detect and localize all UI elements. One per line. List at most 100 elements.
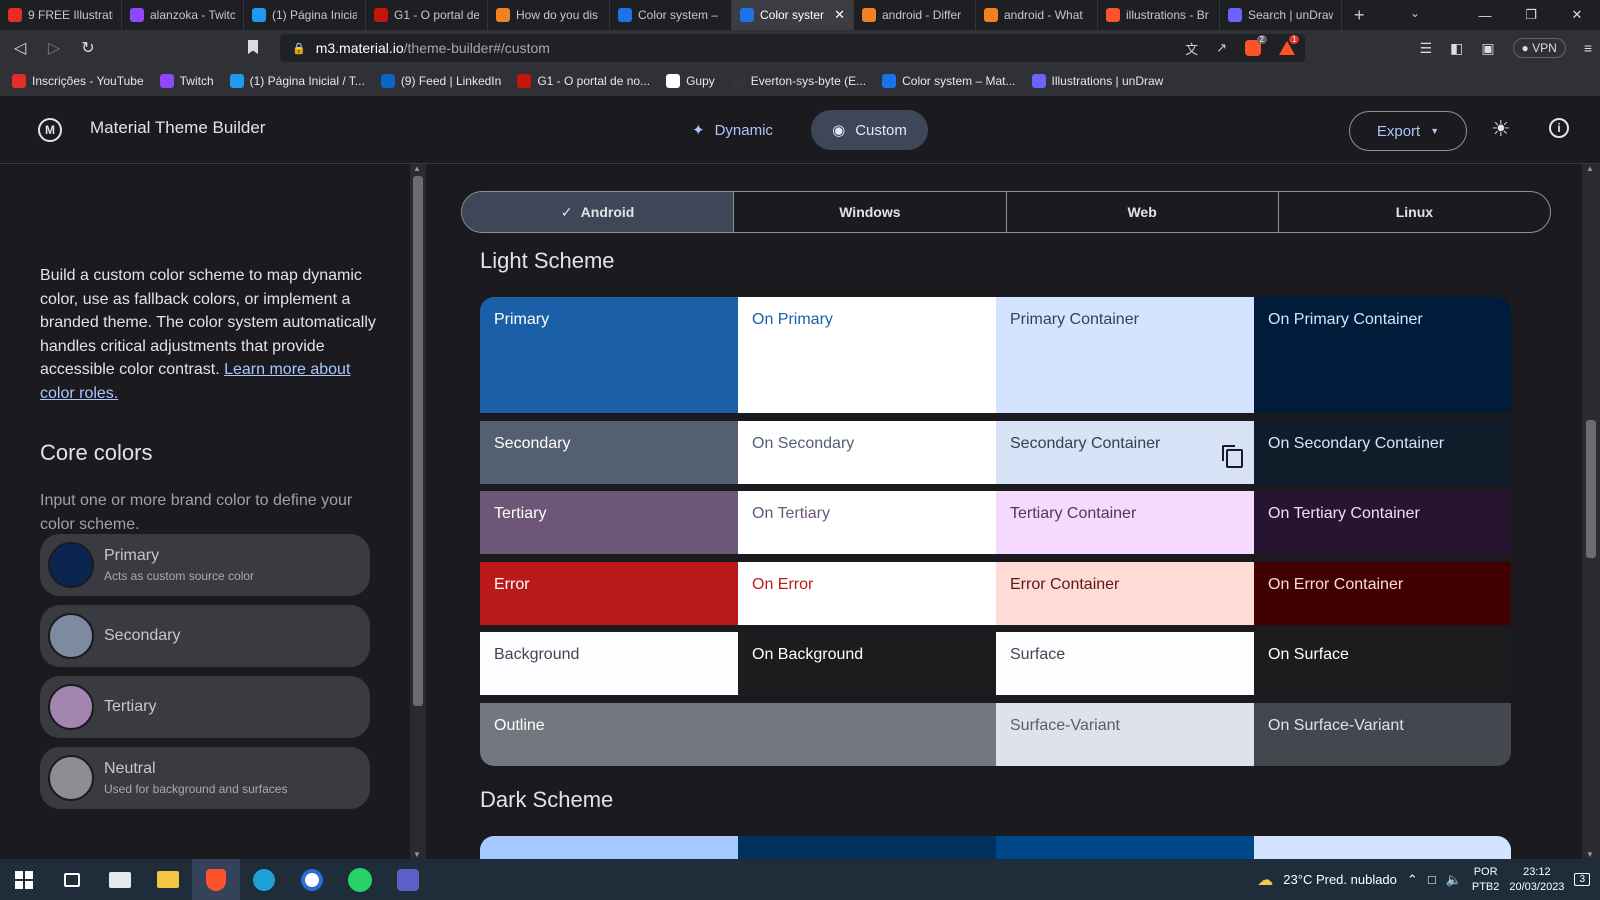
edge-icon[interactable]	[240, 859, 288, 900]
color-role-on-secondary[interactable]: On Secondary	[738, 421, 996, 484]
bookmark-item[interactable]: (9) Feed | LinkedIn	[380, 74, 501, 88]
platform-tab-linux[interactable]: Linux	[1279, 192, 1550, 232]
sidebar-scroll-thumb[interactable]	[413, 176, 423, 706]
main-scroll-thumb[interactable]	[1586, 420, 1596, 558]
browser-tab[interactable]: android - Differ	[854, 0, 976, 30]
color-swatch[interactable]	[48, 684, 94, 730]
light-mode-icon[interactable]: ☀	[1491, 116, 1511, 142]
bookmark-item[interactable]: Illustrations | unDraw	[1031, 74, 1163, 88]
platform-tab-android[interactable]: ✓ Android	[462, 192, 735, 232]
browser-tab[interactable]: 9 FREE Illustratic	[0, 0, 122, 30]
volume-icon[interactable]: 🔈	[1446, 872, 1462, 888]
brave-shields-icon[interactable]: 2	[1245, 35, 1267, 56]
clock[interactable]: 23:12 20/03/2023	[1509, 865, 1564, 895]
color-role-primary-container[interactable]: Primary Container	[996, 297, 1254, 413]
browser-tab[interactable]: G1 - O portal de	[366, 0, 488, 30]
info-icon[interactable]: i	[1549, 118, 1569, 138]
bookmark-item[interactable]: G1 - O portal de no...	[517, 74, 650, 88]
bookmark-item[interactable]: Everton-sys-byte (E...	[730, 74, 866, 88]
scroll-down-icon[interactable]: ▼	[1586, 850, 1594, 859]
new-tab-icon[interactable]: +	[1354, 5, 1365, 26]
color-role-secondary-container[interactable]: Secondary Container	[996, 421, 1254, 484]
language-indicator[interactable]: POR PTB2	[1472, 865, 1500, 895]
forward-icon[interactable]: ▷	[40, 38, 68, 58]
custom-tab[interactable]: ◉ Custom	[811, 110, 928, 150]
core-color-tertiary[interactable]: Tertiary	[40, 676, 370, 738]
browser-tab[interactable]: android - What	[976, 0, 1098, 30]
app-icon[interactable]	[288, 859, 336, 900]
color-role-error[interactable]: Error	[480, 562, 738, 625]
browser-tab[interactable]: Search | unDraw	[1220, 0, 1342, 30]
color-role-error-container[interactable]: Error Container	[996, 562, 1254, 625]
teams-icon[interactable]	[384, 859, 432, 900]
scroll-up-icon[interactable]: ▲	[1586, 164, 1594, 173]
color-role-secondary[interactable]: Secondary	[480, 421, 738, 484]
reload-icon[interactable]: ↻	[74, 38, 102, 58]
color-role-tertiary[interactable]: Tertiary	[480, 491, 738, 554]
dark-scheme-cell[interactable]	[738, 836, 996, 859]
brave-rewards-icon[interactable]: 1	[1279, 35, 1300, 55]
color-role-background[interactable]: Background	[480, 632, 738, 695]
tab-list-chevron-icon[interactable]: ⌄	[1410, 6, 1420, 20]
dark-scheme-cell[interactable]	[996, 836, 1254, 859]
bookmark-item[interactable]: Gupy	[666, 74, 715, 88]
notifications-icon[interactable]: 3	[1574, 873, 1590, 886]
color-role-on-tertiary[interactable]: On Tertiary	[738, 491, 996, 554]
dark-scheme-cell[interactable]	[1254, 836, 1511, 859]
tray-chevron-icon[interactable]: ⌃	[1407, 872, 1418, 888]
minimize-icon[interactable]: —	[1462, 0, 1508, 30]
browser-tab[interactable]: (1) Página Inicia	[244, 0, 366, 30]
wallet-icon[interactable]: ▣	[1481, 40, 1494, 57]
vpn-button[interactable]: ● VPN	[1512, 38, 1566, 58]
color-role-tertiary-container[interactable]: Tertiary Container	[996, 491, 1254, 554]
color-swatch[interactable]	[48, 755, 94, 801]
back-icon[interactable]: ◁	[6, 38, 34, 58]
browser-tab[interactable]: Color syster ✕	[732, 0, 854, 30]
color-role-outline[interactable]: Outline	[480, 703, 996, 766]
browser-tab[interactable]: illustrations - Br	[1098, 0, 1220, 30]
main-scrollbar[interactable]: ▲ ▼	[1582, 164, 1600, 859]
share-icon[interactable]: ↗	[1216, 40, 1227, 56]
url-field[interactable]: 🔒 m3.material.io/theme-builder#/custom 文…	[280, 34, 1305, 62]
dynamic-tab[interactable]: ✦ Dynamic	[676, 110, 789, 150]
close-tab-icon[interactable]: ✕	[834, 7, 845, 23]
core-color-secondary[interactable]: Secondary	[40, 605, 370, 667]
material-logo-icon[interactable]: M	[38, 118, 62, 142]
translate-icon[interactable]: 文	[1185, 39, 1198, 58]
browser-tab[interactable]: Color system –	[610, 0, 732, 30]
core-color-primary[interactable]: Primary Acts as custom source color	[40, 534, 370, 596]
color-swatch[interactable]	[48, 542, 94, 588]
mail-icon[interactable]	[96, 859, 144, 900]
sidebar-scrollbar[interactable]: ▲ ▼	[410, 164, 426, 859]
bookmark-item[interactable]: Color system – Mat...	[882, 74, 1016, 88]
platform-tab-windows[interactable]: Windows	[734, 192, 1007, 232]
color-role-on-tertiary-container[interactable]: On Tertiary Container	[1254, 491, 1511, 554]
bookmark-item[interactable]: Inscrições - YouTube	[12, 74, 144, 88]
bookmark-icon[interactable]	[248, 40, 258, 54]
color-role-on-surface[interactable]: On Surface	[1254, 632, 1511, 695]
task-view-icon[interactable]	[48, 859, 96, 900]
color-role-on-error[interactable]: On Error	[738, 562, 996, 625]
network-icon[interactable]: □	[1428, 872, 1436, 887]
color-role-on-error-container[interactable]: On Error Container	[1254, 562, 1511, 625]
whatsapp-icon[interactable]	[336, 859, 384, 900]
sidebar-toggle-icon[interactable]: ◧	[1450, 40, 1463, 57]
menu-icon[interactable]: ≡	[1584, 40, 1592, 56]
brave-browser-icon[interactable]	[192, 859, 240, 900]
weather-icon[interactable]: ☁	[1257, 870, 1273, 890]
windows-start-icon[interactable]	[0, 859, 48, 900]
playlist-icon[interactable]: ☰	[1420, 40, 1433, 57]
color-role-surface[interactable]: Surface	[996, 632, 1254, 695]
dark-scheme-cell[interactable]	[480, 836, 738, 859]
color-role-primary[interactable]: Primary	[480, 297, 738, 413]
close-window-icon[interactable]: ✕	[1554, 0, 1600, 30]
color-role-surface-variant[interactable]: Surface-Variant	[996, 703, 1254, 766]
color-role-on-primary[interactable]: On Primary	[738, 297, 996, 413]
core-color-neutral[interactable]: Neutral Used for background and surfaces	[40, 747, 370, 809]
color-role-on-primary-container[interactable]: On Primary Container	[1254, 297, 1511, 413]
restore-icon[interactable]: ❐	[1508, 0, 1554, 30]
browser-tab[interactable]: How do you dis	[488, 0, 610, 30]
color-role-on-surface-variant[interactable]: On Surface-Variant	[1254, 703, 1511, 766]
bookmark-item[interactable]: Twitch	[159, 74, 214, 88]
export-button[interactable]: Export ▼	[1349, 111, 1467, 151]
